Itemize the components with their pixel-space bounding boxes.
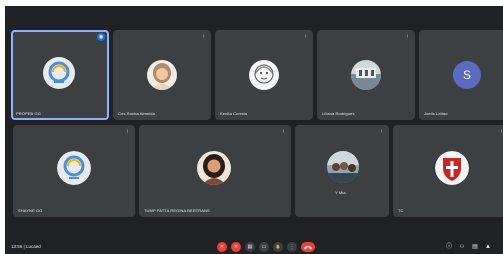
participant-tile[interactable]: ᶩ Cris Rocha Almeida [113, 30, 211, 120]
present-button[interactable]: ▭ [259, 242, 269, 252]
captions-icon: ▤ [247, 244, 253, 250]
mic-off-icon: ᶩ [283, 129, 284, 135]
meeting-details-button[interactable]: ⓘ [445, 243, 453, 251]
activities-button[interactable]: ▲ [484, 243, 492, 251]
participant-tile[interactable]: ᶩ SHAYNE GG [13, 125, 135, 217]
participant-tile[interactable]: ᶩ TC [393, 125, 503, 217]
participant-crest [435, 151, 469, 185]
participant-name: TUMP PATTA REGINA BERTRANS [144, 208, 210, 213]
logo-icon [57, 151, 91, 185]
meet-screen: ◉ PROPEB GG ᶩ Cris Rocha Almeida ᶩ Kenit… [5, 6, 503, 254]
raise-hand-button[interactable]: ✋ [273, 242, 283, 252]
mic-off-icon: ᶩ [127, 129, 128, 135]
hand-icon: ✋ [275, 244, 281, 249]
present-screen-icon: ▭ [261, 244, 267, 250]
mic-off-icon: ✕ [219, 244, 225, 250]
participant-tile[interactable]: S Joelis Leitao [419, 30, 503, 120]
participant-photo [327, 151, 359, 183]
participant-tile[interactable]: ◉ PROPEB GG [11, 30, 109, 120]
participant-tile[interactable]: ᶩ TUMP PATTA REGINA BERTRANS [139, 125, 291, 217]
people-icon: ⚇ [459, 244, 465, 250]
participant-name: Cris Rocha Almeida [118, 111, 155, 116]
meeting-code: Lucaed [25, 244, 41, 249]
participant-name: PROPEB GG [16, 111, 41, 116]
mic-off-icon: ᶩ [501, 129, 502, 135]
mic-off-icon: ᶩ [407, 34, 408, 40]
meeting-separator: | [23, 244, 25, 249]
speaking-indicator-icon: ◉ [97, 33, 105, 41]
group-photo-avatar-icon [327, 151, 359, 183]
participant-tile[interactable]: ᶩ Y Mia [295, 125, 389, 217]
woman-avatar-icon [197, 151, 231, 185]
participant-initial-avatar: S [453, 61, 481, 89]
info-icon: ⓘ [445, 244, 452, 250]
meeting-time: 13:56 [11, 244, 23, 249]
participant-name: TC [398, 208, 404, 213]
mic-off-icon: ᶩ [381, 129, 382, 135]
participant-name: SHAYNE GG [18, 208, 43, 213]
woman-avatar-icon [147, 60, 177, 90]
participant-name: Kenita Correia [220, 111, 247, 116]
shield-crest-icon [435, 151, 469, 185]
more-options-button[interactable]: ⋮ [287, 242, 297, 252]
mic-off-icon: ᶩ [305, 34, 306, 40]
participant-photo [147, 60, 177, 90]
meeting-info: 13:56 | Lucaed [11, 244, 41, 249]
participant-name: Joelis Leitao [424, 111, 448, 116]
leave-call-button[interactable] [301, 242, 315, 252]
participant-logo [57, 151, 91, 185]
camera-toggle-button[interactable]: ✕ [231, 242, 241, 252]
camera-off-icon: ✕ [233, 244, 239, 250]
mic-off-icon: ᶩ [203, 34, 204, 40]
participant-photo [249, 60, 279, 90]
people-button[interactable]: ⚇ [458, 243, 466, 251]
participant-tile[interactable]: ᶩ Liliana Rodrigues [317, 30, 415, 120]
participant-name: Y Mia [335, 190, 346, 195]
captions-button[interactable]: ▤ [245, 242, 255, 252]
more-vert-icon: ⋮ [289, 244, 295, 250]
chat-icon: ▤ [472, 244, 478, 250]
participant-photo [197, 151, 231, 185]
logo-icon [43, 57, 75, 89]
participant-tile[interactable]: ᶩ Kenita Correia [215, 30, 313, 120]
participant-logo [43, 57, 75, 89]
building-avatar-icon [351, 60, 381, 90]
mic-toggle-button[interactable]: ✕ [217, 242, 227, 252]
participant-name: Liliana Rodrigues [322, 111, 355, 116]
woman-sketch-avatar-icon [249, 60, 279, 90]
hang-up-icon [304, 246, 312, 250]
meeting-controls-bar: 13:56 | Lucaed ✕ ✕ ▤ ▭ ✋ ⋮ ⓘ ⚇ ▤ ▲ [5, 240, 503, 254]
activities-icon: ▲ [485, 244, 491, 250]
participant-photo [351, 60, 381, 90]
chat-button[interactable]: ▤ [471, 243, 479, 251]
